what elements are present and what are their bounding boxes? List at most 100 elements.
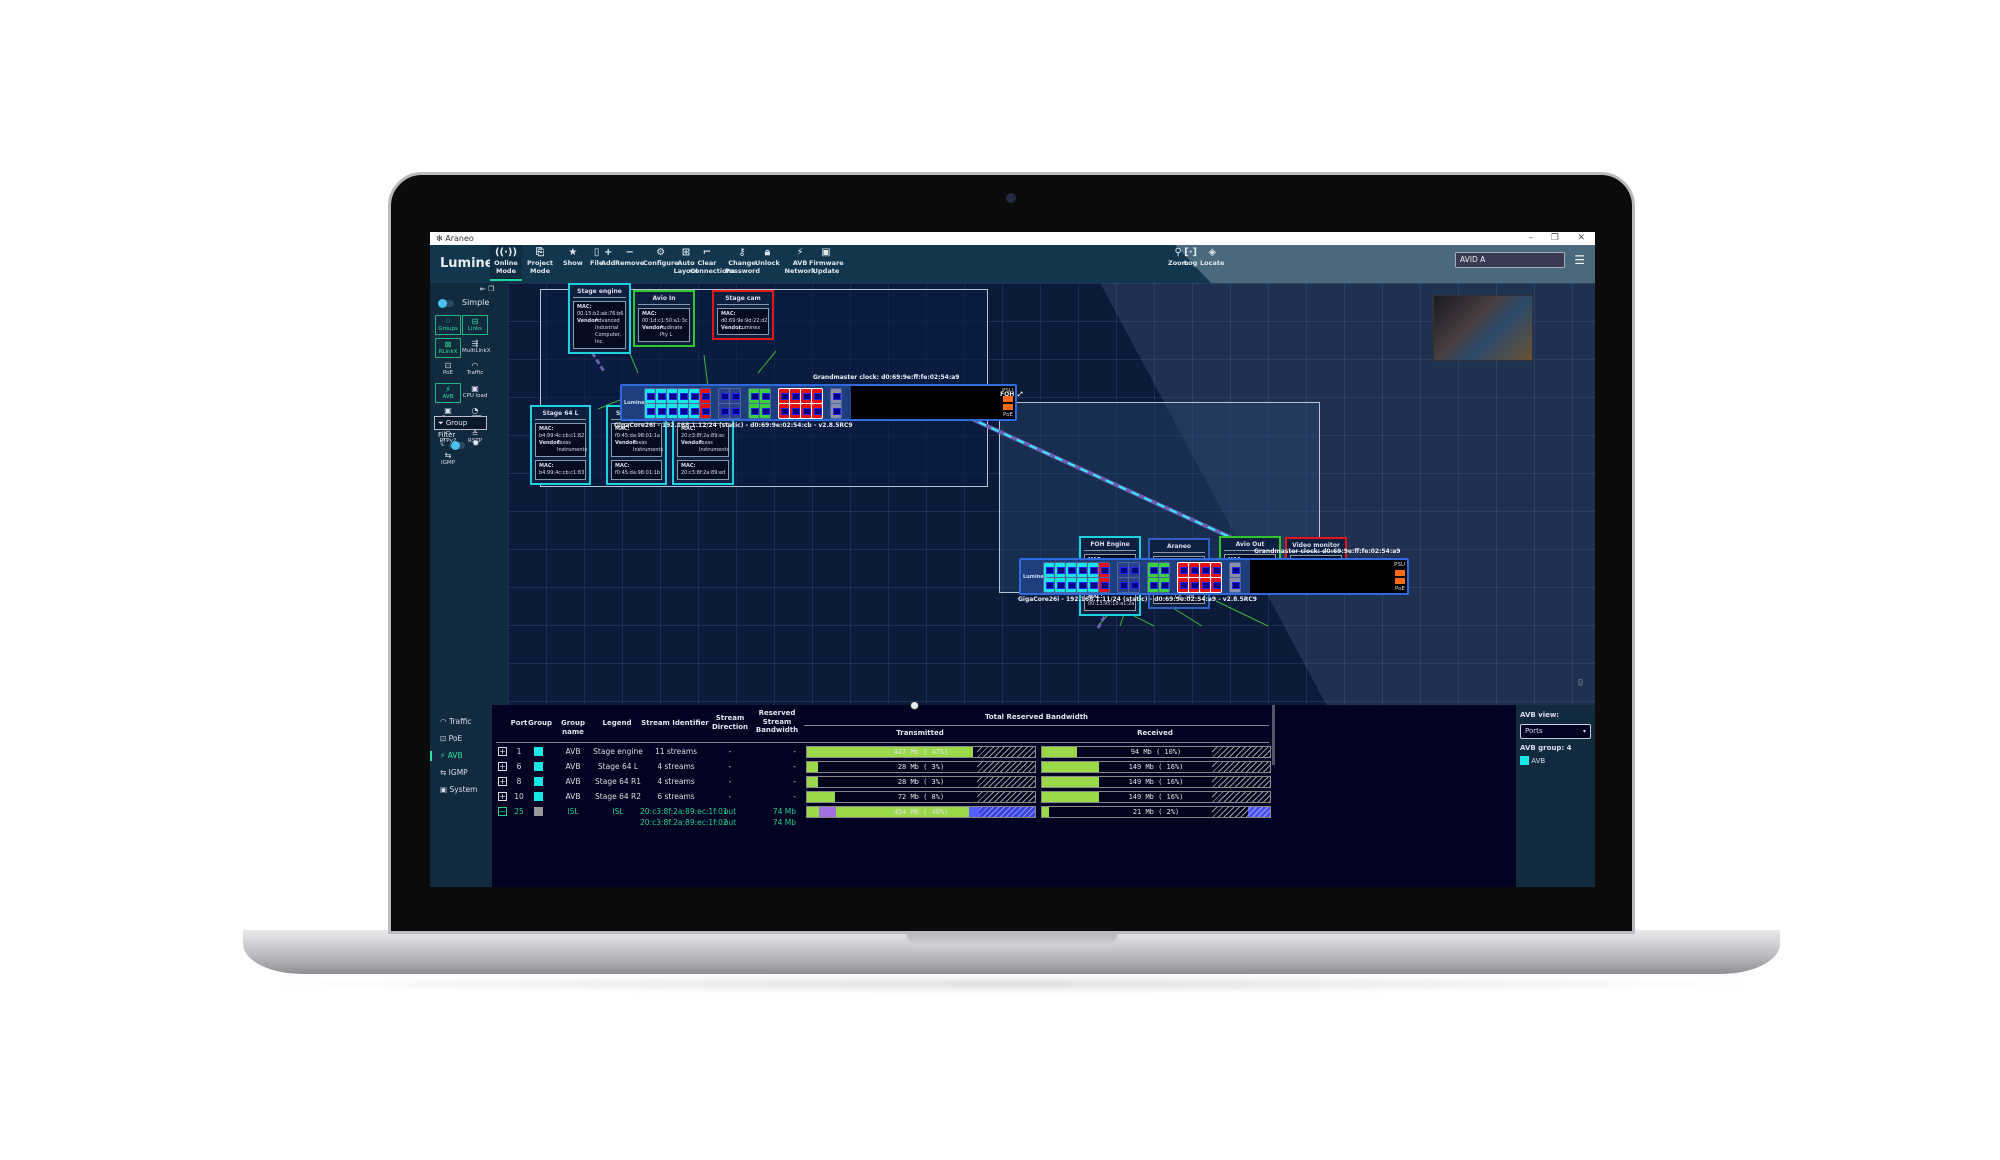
add-button[interactable]: + Add [601, 247, 615, 267]
port[interactable] [812, 389, 822, 403]
col-group-name[interactable]: Group name [550, 719, 596, 736]
port[interactable] [1099, 563, 1109, 577]
port[interactable] [656, 404, 666, 418]
device-node[interactable]: Stage 64 L MAC:b4:99:4c:cb:c1:82 Vendor: Te… [530, 405, 591, 485]
link-line[interactable] [703, 354, 709, 388]
port[interactable] [700, 404, 710, 418]
port[interactable] [1189, 563, 1199, 577]
port[interactable] [1200, 578, 1210, 592]
col-port[interactable]: Port [508, 719, 530, 728]
port[interactable] [700, 389, 710, 403]
port[interactable] [749, 389, 759, 403]
col-transmitted[interactable]: Transmitted [804, 729, 1036, 738]
port[interactable] [667, 404, 677, 418]
col-reserved[interactable]: Reserved Stream Bandwidth [754, 709, 800, 735]
locate-button[interactable]: ◈ Locate [1200, 247, 1224, 267]
port[interactable] [779, 404, 789, 418]
link-line[interactable] [1172, 607, 1203, 627]
port[interactable] [812, 404, 822, 418]
port[interactable] [801, 389, 811, 403]
log-button[interactable]: [·] Log [1184, 247, 1197, 267]
table-row[interactable]: +10 AVB Stage 64 R2 6 streams - - 72 Mb ( 8%) 1… [492, 790, 1516, 804]
port[interactable] [719, 404, 729, 418]
table-row[interactable]: +8 AVB Stage 64 R1 4 streams - - 28 Mb ( 3%) 14… [492, 775, 1516, 789]
expand-toggle[interactable]: + [498, 777, 507, 786]
port[interactable] [1066, 563, 1076, 577]
table-row[interactable]: 20:c3:8f:2a:89:ec:1f:02 out 74 Mb [492, 816, 1516, 830]
sidebar-item-rlinkx[interactable]: ⊠ RLinkX [435, 337, 461, 358]
unlock-button[interactable]: 🔒︎ Unlock [755, 247, 780, 267]
col-received[interactable]: Received [1039, 729, 1271, 738]
sidebar-item-poe[interactable]: ⊡ PoE [435, 360, 461, 380]
port[interactable] [1159, 578, 1169, 592]
port[interactable] [1230, 563, 1240, 577]
sidebar-item-groups[interactable]: ⁘ Groups [435, 315, 461, 335]
mode-project-mode[interactable]: ⎘ Project Mode [524, 247, 556, 275]
sidebar-item-cpu-load[interactable]: ▣ CPU load [462, 383, 488, 403]
avb-view-select[interactable]: Ports ▾ [1520, 724, 1591, 739]
expand-icon[interactable]: ⤢ [1018, 391, 1023, 399]
show-button[interactable]: ★ Show [563, 247, 583, 267]
port[interactable] [1129, 563, 1139, 577]
sidebar-item-avb[interactable]: ⚡︎ AVB [435, 382, 461, 403]
port[interactable] [760, 404, 770, 418]
port[interactable] [831, 389, 841, 403]
port[interactable] [1077, 578, 1087, 592]
port[interactable] [689, 389, 699, 403]
foh-switch[interactable]: Luminex PSU PoE [1019, 558, 1409, 595]
port[interactable] [779, 389, 789, 403]
port[interactable] [1178, 578, 1188, 592]
sidebar-item-igmp[interactable]: ⇆ IGMP [435, 450, 461, 470]
port[interactable] [1088, 578, 1098, 592]
port[interactable] [831, 404, 841, 418]
port[interactable] [667, 389, 677, 403]
hamburger-menu-icon[interactable]: ☰ [1574, 253, 1585, 267]
maximize-button[interactable]: ❐ [1551, 232, 1559, 245]
port[interactable] [689, 404, 699, 418]
col-legend[interactable]: Legend [597, 719, 637, 728]
port[interactable] [1099, 578, 1109, 592]
port[interactable] [719, 389, 729, 403]
port[interactable] [1200, 563, 1210, 577]
port[interactable] [1211, 578, 1221, 592]
device-node[interactable]: Avio In MAC:00:1d:c1:50:a1:3c Vendor: Audin… [633, 290, 695, 347]
port[interactable] [1044, 563, 1054, 577]
port[interactable] [1178, 563, 1188, 577]
port[interactable] [730, 404, 740, 418]
sidebar-item-traffic[interactable]: ◠ Traffic [462, 360, 488, 380]
expand-toggle[interactable]: + [498, 762, 507, 771]
close-button[interactable]: ✕ [1577, 232, 1585, 245]
expand-toggle[interactable]: − [498, 807, 507, 816]
theme-toggle[interactable] [449, 441, 465, 450]
table-row[interactable]: +6 AVB Stage 64 L 4 streams - - 28 Mb ( 3%) 149… [492, 760, 1516, 774]
port[interactable] [790, 404, 800, 418]
port[interactable] [1129, 578, 1139, 592]
network-canvas[interactable]: FOH ⤢ Stage engine MAC:00:15:b2:ab:76:b6 V… [508, 283, 1595, 705]
port[interactable] [645, 404, 655, 418]
port[interactable] [749, 404, 759, 418]
bottom-nav-system[interactable]: ▣ System [440, 785, 477, 794]
port[interactable] [760, 389, 770, 403]
bottom-nav-poe[interactable]: ⊡ PoE [440, 734, 462, 743]
sidebar-item-multilinkx[interactable]: ⇶ MultiLinkX [462, 338, 490, 358]
change-password-button[interactable]: ⚷ Change Password [725, 247, 760, 275]
port[interactable] [1055, 578, 1065, 592]
port[interactable] [1148, 563, 1158, 577]
port[interactable] [645, 389, 655, 403]
device-node[interactable]: Stage cam MAC:d0:69:9e:9d:22:d2 Vendor: Lum… [712, 290, 774, 340]
port[interactable] [1148, 578, 1158, 592]
mode-online-mode[interactable]: ((·)) Online Mode [490, 245, 522, 281]
port[interactable] [1118, 563, 1128, 577]
collapse-icon[interactable]: ⇤ ❐ [480, 285, 494, 293]
search-input[interactable]: AVID A [1455, 252, 1565, 268]
port[interactable] [678, 404, 688, 418]
stage-switch[interactable]: Luminex PSU PoE [620, 384, 1017, 421]
port[interactable] [1189, 578, 1199, 592]
col-group[interactable]: Group [528, 719, 552, 728]
port[interactable] [1118, 578, 1128, 592]
port[interactable] [1211, 563, 1221, 577]
port[interactable] [678, 389, 688, 403]
link-line[interactable] [1215, 600, 1269, 627]
port[interactable] [1088, 563, 1098, 577]
device-node[interactable]: Stage engine MAC:00:15:b2:ab:76:b6 Vendor:… [568, 283, 631, 354]
